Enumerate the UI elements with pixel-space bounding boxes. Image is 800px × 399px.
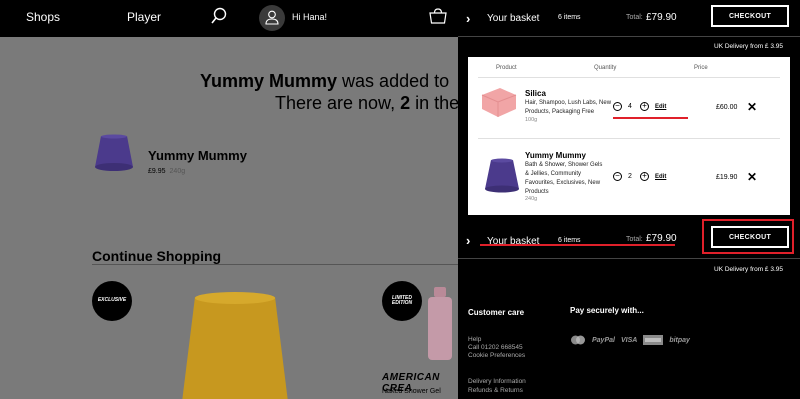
edit-link[interactable]: Edit: [655, 104, 666, 110]
refunds-returns-link[interactable]: Refunds & Returns: [468, 387, 523, 394]
amex-icon: [643, 335, 664, 345]
red-annotation-underline: [613, 117, 688, 119]
count-message: There are now, 2 in the: [275, 93, 458, 113]
product-column-header: Product: [496, 65, 517, 71]
remove-item-icon[interactable]: ✕: [747, 170, 757, 184]
item-price: £19.90: [716, 174, 738, 181]
quantity-column-header: Quantity: [594, 65, 617, 71]
nav-shops-link[interactable]: Shops: [26, 10, 60, 24]
yellow-product-image[interactable]: [160, 292, 310, 399]
customer-care-heading: Customer care: [468, 308, 525, 317]
quantity-decrease-button[interactable]: −: [613, 172, 622, 181]
exclusive-badge: EXCLUSIVE: [92, 281, 132, 321]
chevron-right-icon[interactable]: ›: [466, 233, 470, 248]
item-tags: Bath & Shower, Shower Gels & Jellies, Co…: [525, 162, 603, 195]
delivery-info-top: UK Delivery from £ 3.95: [714, 43, 783, 50]
total-value: £79.90: [646, 233, 677, 244]
total-value: £79.90: [646, 12, 677, 23]
quantity-decrease-button[interactable]: −: [613, 102, 622, 111]
yummy-mummy-product-image[interactable]: [482, 156, 522, 196]
delivery-information-link[interactable]: Delivery Information: [468, 378, 526, 385]
silica-product-image[interactable]: [478, 85, 518, 119]
item-name[interactable]: Yummy Mummy: [525, 151, 586, 160]
price-column-header: Price: [694, 65, 708, 71]
item-name[interactable]: Silica: [525, 89, 546, 98]
chevron-right-icon[interactable]: ›: [466, 11, 470, 26]
basket-items-table: Product Quantity Price Silica Hair, Sham…: [468, 57, 790, 215]
basket-items-count: 6 items: [558, 237, 581, 244]
product-price-weight: £9.95 240g: [148, 168, 186, 175]
delivery-info-bottom: UK Delivery from £ 3.95: [714, 266, 783, 273]
search-icon[interactable]: [211, 7, 227, 30]
quantity-increase-button[interactable]: +: [640, 172, 649, 181]
product-name: Yummy Mummy: [148, 148, 247, 163]
payment-logos: PayPal VISA bitpay: [570, 335, 690, 345]
paypal-logo: PayPal: [592, 336, 615, 344]
quantity-value: 2: [628, 173, 632, 180]
shower-gel-bottle-image[interactable]: [425, 287, 455, 362]
basket-title: Your basket: [487, 13, 540, 24]
divider: [92, 264, 458, 265]
page-overlay[interactable]: Yummy Mummy was added to There are now, …: [0, 37, 458, 399]
cookie-preferences-link[interactable]: Cookie Preferences: [468, 352, 525, 359]
item-price: £60.00: [716, 104, 738, 111]
edit-link[interactable]: Edit: [655, 174, 666, 180]
continue-shopping-title: Continue Shopping: [92, 248, 222, 264]
item-tags: Hair, Shampoo, Lush Labs, New Products, …: [525, 100, 612, 115]
item-weight: 100g: [525, 117, 538, 123]
item-weight: 240g: [525, 196, 538, 202]
red-annotation-underline: [480, 244, 675, 246]
added-message: Yummy Mummy was added to: [200, 71, 450, 91]
quantity-value: 4: [628, 103, 632, 110]
total-label: Total:: [626, 14, 643, 21]
yummy-mummy-thumbnail: [95, 134, 133, 171]
account-avatar[interactable]: [259, 5, 285, 31]
bitpay-logo: bitpay: [669, 336, 690, 344]
greeting-text: Hi Hana!: [292, 12, 328, 22]
top-navigation: Shops Player Hi Hana!: [0, 0, 458, 37]
basket-panel: › Your basket 6 items Total: £79.90 CHEC…: [458, 0, 800, 399]
pay-securely-heading: Pay securely with...: [570, 306, 644, 315]
checkout-button-bottom[interactable]: CHECKOUT: [711, 226, 789, 248]
total-label: Total:: [626, 236, 643, 243]
mastercard-icon: [571, 335, 585, 345]
help-link[interactable]: Help: [468, 336, 481, 343]
basket-bag-icon[interactable]: [428, 8, 448, 29]
nav-player-link[interactable]: Player: [127, 10, 161, 24]
quantity-increase-button[interactable]: +: [640, 102, 649, 111]
remove-item-icon[interactable]: ✕: [747, 100, 757, 114]
divider: [478, 138, 780, 139]
limited-edition-badge: LIMITED EDITION: [382, 281, 422, 321]
visa-logo: VISA: [620, 336, 638, 344]
checkout-button-top[interactable]: CHECKOUT: [711, 5, 789, 27]
basket-items-count: 6 items: [558, 14, 581, 21]
divider: [458, 36, 800, 37]
american-cream-subtitle: Naked Shower Gel: [382, 388, 441, 395]
divider: [458, 258, 800, 259]
user-icon: [265, 10, 279, 25]
call-link[interactable]: Call 01202 668545: [468, 344, 523, 351]
divider: [478, 77, 780, 78]
